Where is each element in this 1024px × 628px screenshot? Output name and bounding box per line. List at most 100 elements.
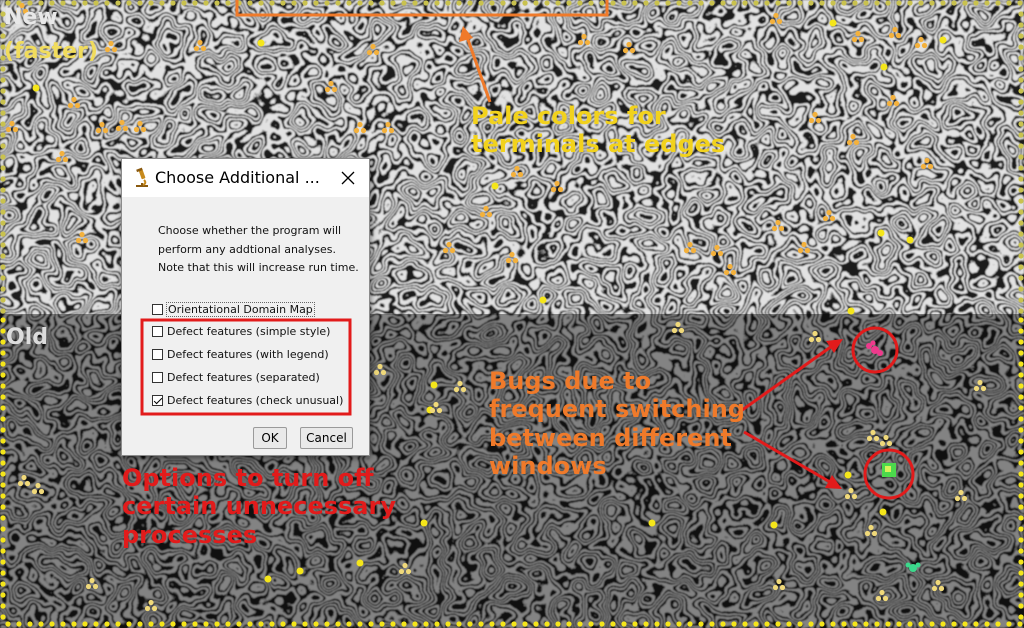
edge-terminal-dot	[181, 0, 187, 6]
edge-terminal-dot	[0, 416, 6, 422]
edge-terminal-dot	[819, 621, 825, 627]
edge-terminal-dot	[137, 0, 143, 6]
edge-terminal-dot	[192, 0, 198, 6]
ok-button[interactable]: OK	[253, 427, 287, 449]
edge-terminal-dot	[1018, 482, 1024, 488]
edge-terminal-dot	[775, 621, 781, 627]
terminal-dot	[829, 19, 837, 27]
edge-terminal-dot	[423, 621, 429, 627]
edge-terminal-dot	[1018, 427, 1024, 433]
edge-terminal-dot	[0, 339, 6, 345]
edge-terminal-dot	[0, 231, 6, 237]
edge-terminal-dot	[1018, 515, 1024, 521]
edge-terminal-dot	[599, 0, 605, 6]
edge-terminal-dot	[357, 0, 363, 6]
terminal-dot	[257, 39, 265, 47]
edge-terminal-dot	[27, 621, 33, 627]
edge-terminal-dot	[863, 0, 869, 6]
edge-terminal-dot	[1018, 297, 1024, 303]
edge-terminal-dot	[1006, 0, 1012, 6]
edge-terminal-dot	[456, 621, 462, 627]
edge-terminal-dot	[16, 621, 22, 627]
edge-terminal-dot	[1017, 0, 1023, 6]
edge-terminal-dot	[1018, 614, 1024, 620]
edge-terminal-dot	[731, 621, 737, 627]
edge-terminal-dot	[60, 0, 66, 6]
edge-terminal-dot	[0, 471, 6, 477]
cancel-button[interactable]: Cancel	[300, 427, 353, 449]
edge-terminal-dot	[0, 548, 6, 554]
edge-terminal-dot	[676, 621, 682, 627]
edge-terminal-dot	[0, 438, 6, 444]
edge-terminal-dot	[280, 0, 286, 6]
edge-terminal-dot	[588, 621, 594, 627]
edge-terminal-dot	[104, 0, 110, 6]
bug-green-marker	[882, 463, 896, 477]
edge-terminal-dot	[533, 0, 539, 6]
edge-terminal-dot	[1018, 449, 1024, 455]
edge-terminal-dot	[1018, 559, 1024, 565]
edge-terminal-dot	[1018, 438, 1024, 444]
edge-terminal-dot	[0, 33, 6, 39]
edge-terminal-dot	[0, 361, 6, 367]
edge-terminal-dot	[137, 621, 143, 627]
edge-terminal-dot	[159, 0, 165, 6]
edge-terminal-dot	[676, 0, 682, 6]
edge-terminal-dot	[0, 132, 6, 138]
edge-terminal-dot	[434, 0, 440, 6]
edge-terminal-dot	[467, 621, 473, 627]
edge-terminal-dot	[1018, 460, 1024, 466]
edge-terminal-dot	[1018, 55, 1024, 61]
edge-terminal-dot	[0, 493, 6, 499]
edge-terminal-dot	[819, 0, 825, 6]
edge-terminal-dot	[1018, 209, 1024, 215]
dialog-titlebar[interactable]: Choose Additional ...	[122, 159, 369, 197]
edge-terminal-dot	[632, 0, 638, 6]
edge-terminal-dot	[236, 621, 242, 627]
edge-terminal-dot	[0, 110, 6, 116]
edge-terminal-dot	[0, 154, 6, 160]
edge-terminal-dot	[148, 621, 154, 627]
edge-terminal-dot	[357, 621, 363, 627]
edge-terminal-dot	[335, 0, 341, 6]
edge-terminal-dot	[1018, 416, 1024, 422]
edge-terminal-dot	[907, 621, 913, 627]
edge-terminal-dot	[0, 253, 6, 259]
edge-terminal-dot	[720, 0, 726, 6]
edge-terminal-dot	[115, 0, 121, 6]
annotation-options: Options to turn off certain unnecessary …	[122, 464, 396, 549]
edge-terminal-dot	[0, 515, 6, 521]
edge-terminal-dot	[841, 0, 847, 6]
edge-terminal-dot	[214, 621, 220, 627]
edge-terminal-dot	[291, 0, 297, 6]
checkbox-box[interactable]	[152, 303, 163, 315]
terminal-dot	[648, 519, 656, 527]
edge-terminal-dot	[0, 603, 6, 609]
edge-terminal-dot	[0, 614, 6, 620]
close-button[interactable]	[333, 163, 363, 193]
edge-terminal-dot	[0, 275, 6, 281]
edge-terminal-dot	[38, 621, 44, 627]
edge-terminal-dot	[0, 176, 6, 182]
edge-terminal-dot	[1018, 44, 1024, 50]
edge-terminal-dot	[170, 0, 176, 6]
edge-terminal-dot	[1018, 88, 1024, 94]
edge-terminal-dot	[511, 621, 517, 627]
edge-terminal-dot	[1018, 504, 1024, 510]
edge-terminal-dot	[1018, 66, 1024, 72]
edge-terminal-dot	[522, 0, 528, 6]
edge-terminal-dot	[1018, 77, 1024, 83]
edge-terminal-dot	[489, 0, 495, 6]
edge-terminal-dot	[0, 198, 6, 204]
terminal-dot	[420, 519, 428, 527]
edge-terminal-dot	[258, 0, 264, 6]
edge-terminal-dot	[830, 0, 836, 6]
edge-terminal-dot	[918, 621, 924, 627]
edge-terminal-dot	[0, 350, 6, 356]
edge-terminal-dot	[247, 621, 253, 627]
edge-terminal-dot	[0, 383, 6, 389]
checkbox-orientational-domain-map[interactable]: Orientational Domain Map	[152, 300, 315, 318]
edge-terminal-dot	[489, 621, 495, 627]
edge-terminal-dot	[71, 0, 77, 6]
edge-terminal-dot	[445, 0, 451, 6]
